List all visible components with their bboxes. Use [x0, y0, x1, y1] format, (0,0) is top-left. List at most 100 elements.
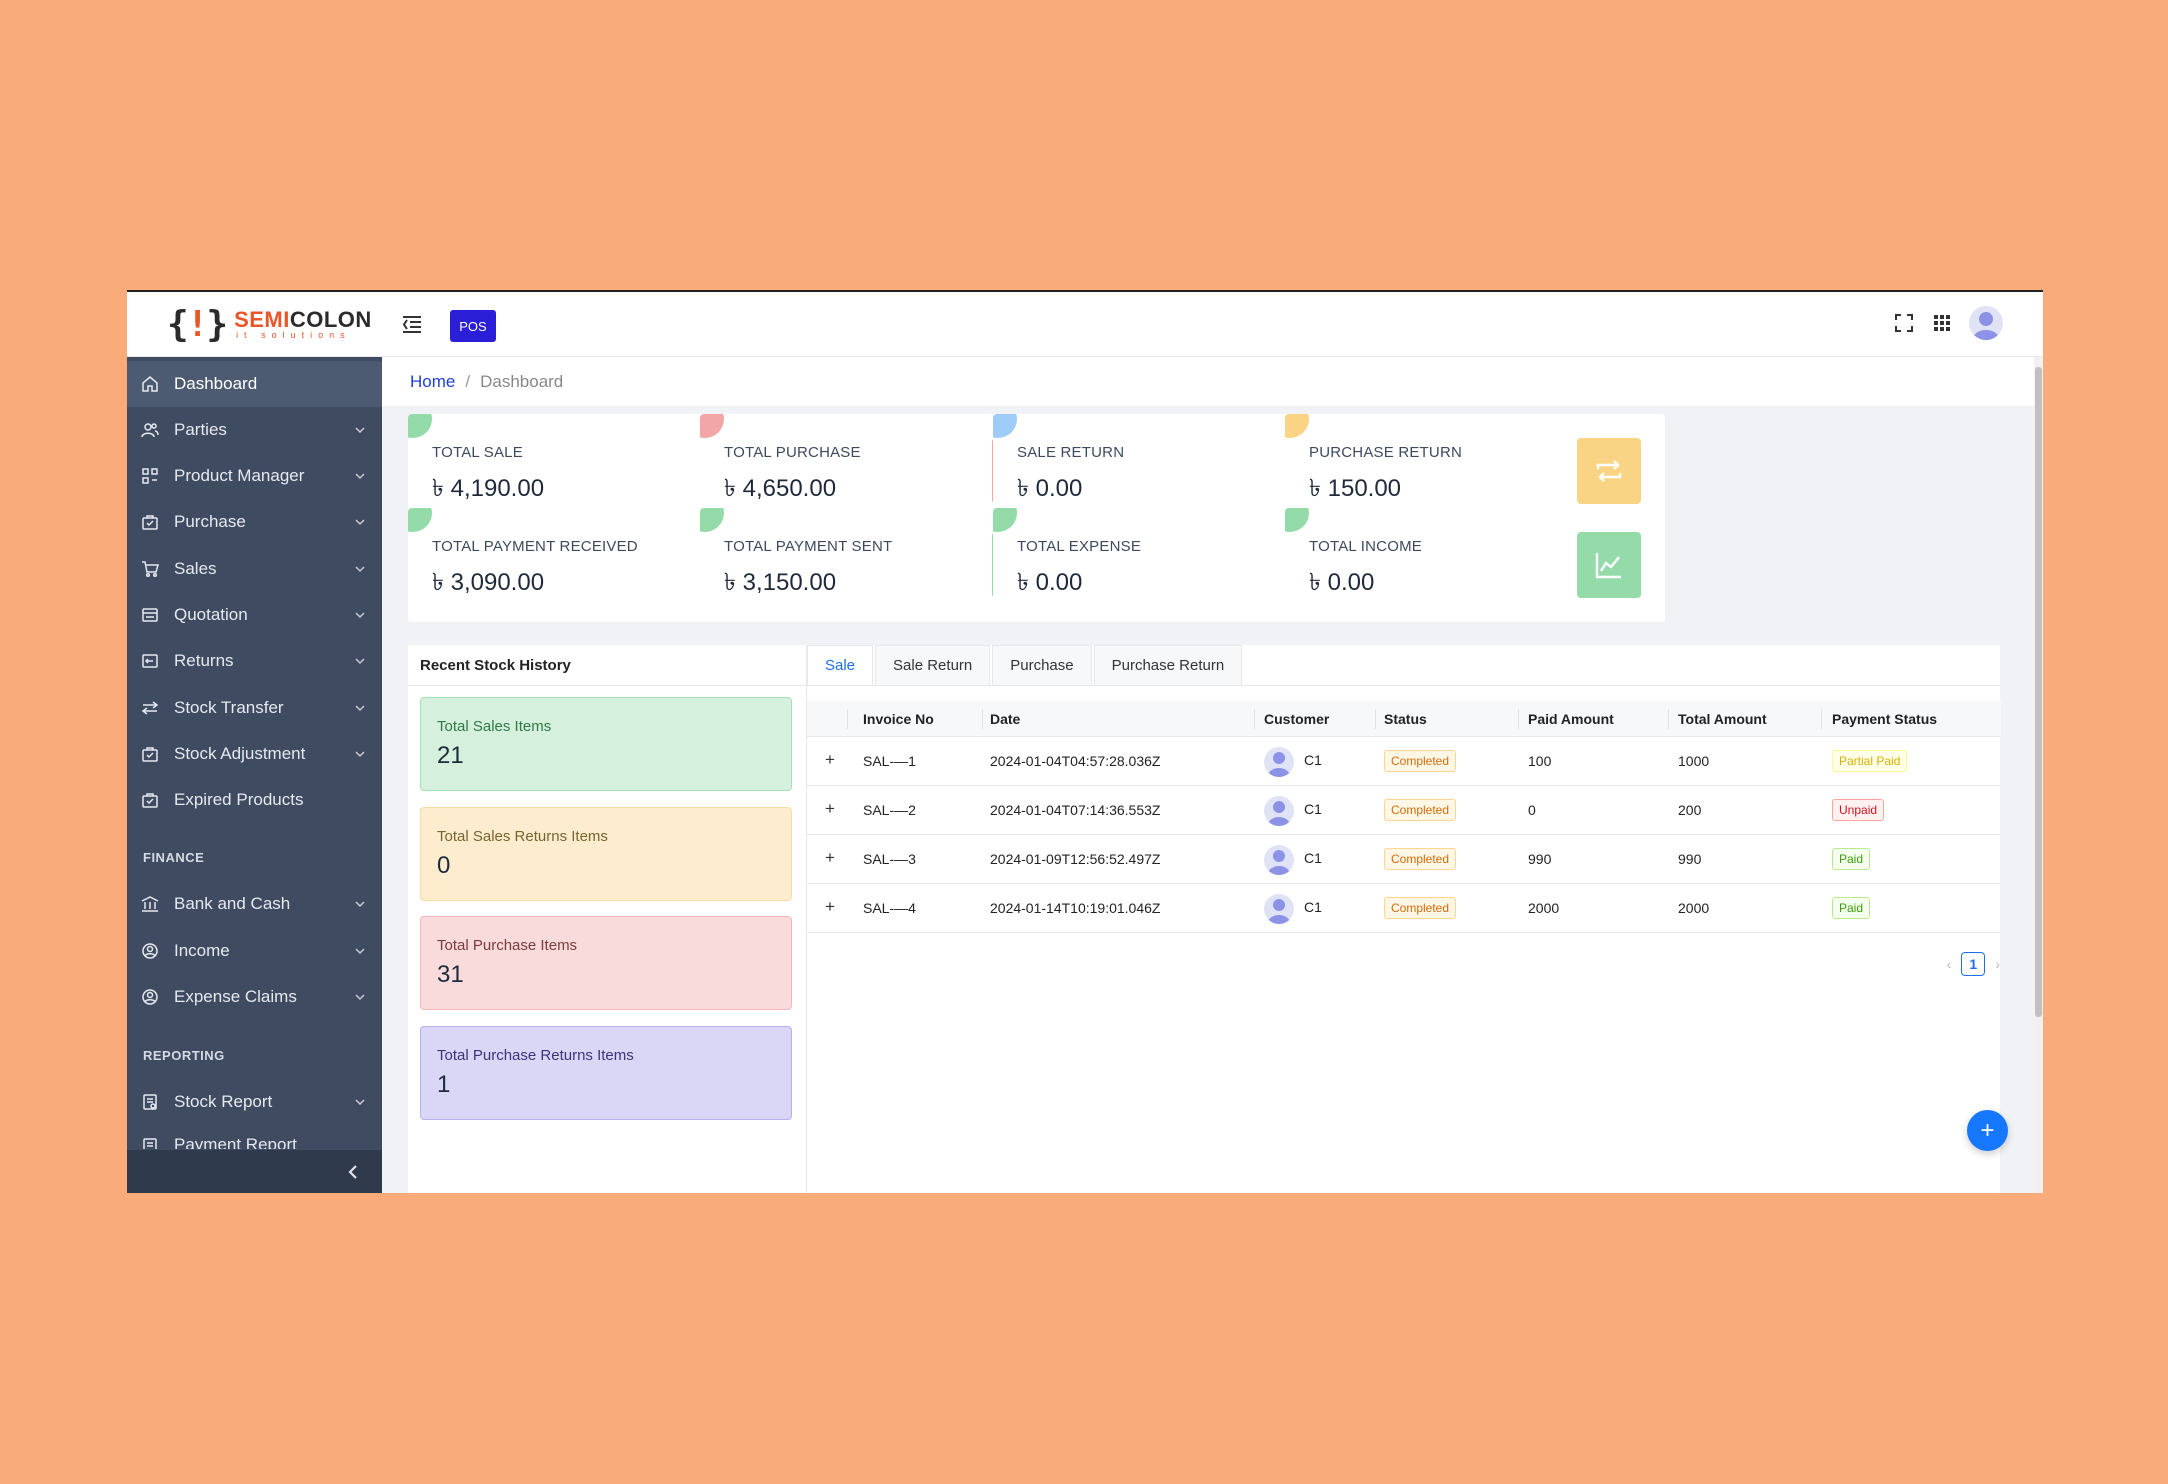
sidebar-item-income[interactable]: Income [127, 928, 382, 974]
brand-logo[interactable]: {!} SEMICOLON it solutions [167, 304, 372, 345]
chevron-down-icon [355, 1099, 365, 1106]
status-badge: Completed [1384, 848, 1457, 870]
expand-row-button[interactable]: + [825, 799, 835, 819]
main-content: Home / Dashboard TOTAL SALE ৳ 4,190.00 TOT… [382, 357, 2034, 1193]
sidebar-item-label: Payment Report [174, 1135, 297, 1149]
breadcrumb-separator: / [465, 371, 471, 391]
top-bar: {!} SEMICOLON it solutions POS [127, 292, 2043, 357]
card-label: TOTAL PAYMENT RECEIVED [432, 538, 638, 555]
chevron-down-icon [355, 519, 365, 526]
chevron-down-icon [355, 612, 365, 619]
sidebar-item-sales[interactable]: Sales [127, 546, 382, 592]
stat-value: 0 [437, 852, 451, 879]
customer-name: C1 [1304, 899, 1322, 915]
pagination: ‹ 1 › [1947, 952, 2000, 976]
report-icon [139, 1135, 161, 1149]
sidebar-item-expense-claims[interactable]: Expense Claims [127, 974, 382, 1020]
tab-bar: Sale Sale Return Purchase Purchase Return [807, 645, 2001, 686]
app-window: {!} SEMICOLON it solutions POS Dashboard… [127, 290, 2043, 1193]
swap-icon [1577, 438, 1641, 504]
pagination-next-button[interactable]: › [1995, 956, 2000, 972]
table-row[interactable]: + SAL-—1 2024-01-04T04:57:28.036Z C1 Complet… [807, 737, 2001, 786]
card-value: ৳ 0.00 [1017, 475, 1083, 502]
page-scrollbar-thumb[interactable] [2035, 367, 2042, 1017]
expand-row-button[interactable]: + [825, 750, 835, 770]
invoice-no[interactable]: SAL-—1 [863, 753, 916, 769]
panel-title: Recent Stock History [420, 657, 571, 674]
sidebar-item-parties[interactable]: Parties [127, 407, 382, 453]
sidebar-item-purchase[interactable]: Purchase [127, 499, 382, 545]
breadcrumb-home-link[interactable]: Home [410, 372, 455, 392]
sidebar-item-stock-report[interactable]: Stock Report [127, 1079, 382, 1125]
customer-avatar [1264, 796, 1294, 826]
table-row[interactable]: + SAL-—3 2024-01-09T12:56:52.497Z C1 Complet… [807, 835, 2001, 884]
invoice-date: 2024-01-04T07:14:36.553Z [990, 802, 1161, 818]
sidebar-item-returns[interactable]: Returns [127, 638, 382, 684]
summary-card: TOTAL INCOME ৳ 0.00 [1285, 508, 1665, 622]
total-amount: 2000 [1678, 900, 1710, 916]
card-value: ৳ 4,650.00 [724, 475, 837, 502]
card-value: ৳ 0.00 [1309, 569, 1375, 596]
invoice-no[interactable]: SAL-—2 [863, 802, 916, 818]
column-header-payment-status: Payment Status [1832, 711, 1938, 727]
sidebar-item-label: Bank and Cash [174, 894, 291, 913]
column-header-total-amount: Total Amount [1678, 711, 1767, 727]
invoice-no[interactable]: SAL-—4 [863, 900, 916, 916]
bank-icon [139, 893, 161, 915]
sidebar-item-stock-adjustment[interactable]: Stock Adjustment [127, 731, 382, 777]
chevron-down-icon [355, 705, 365, 712]
total-amount: 200 [1678, 802, 1702, 818]
total-amount: 1000 [1678, 753, 1710, 769]
brand-tagline: it solutions [236, 329, 351, 340]
tab-sale[interactable]: Sale [807, 645, 874, 685]
stat-label: Total Sales Returns Items [437, 828, 608, 845]
users-icon [139, 419, 161, 441]
table-row[interactable]: + SAL-—4 2024-01-14T10:19:01.046Z C1 Complet… [807, 884, 2001, 933]
expand-row-button[interactable]: + [825, 897, 835, 917]
sidebar-section-reporting: REPORTING [143, 1048, 225, 1063]
income-icon [139, 940, 161, 962]
sidebar-item-label: Dashboard [174, 374, 258, 393]
chevron-down-icon [355, 566, 365, 573]
sidebar-item-payment-report[interactable]: Payment Report [127, 1125, 382, 1149]
return-icon [139, 650, 161, 672]
card-corner-accent [1285, 414, 1309, 438]
pagination-prev-button[interactable]: ‹ [1947, 956, 1952, 972]
sidebar-item-dashboard[interactable]: Dashboard [127, 361, 382, 407]
user-avatar[interactable] [1969, 306, 2003, 340]
paid-amount: 100 [1528, 753, 1552, 769]
add-fab-button[interactable]: + [1967, 1110, 2008, 1151]
invoice-no[interactable]: SAL-—3 [863, 851, 916, 867]
column-header-customer: Customer [1264, 711, 1330, 727]
card-value: ৳ 3,090.00 [432, 569, 545, 596]
apps-grid-icon[interactable] [1931, 312, 1953, 334]
sidebar-item-quotation[interactable]: Quotation [127, 592, 382, 638]
customer-name: C1 [1304, 752, 1322, 768]
stat-value: 21 [437, 742, 464, 769]
tab-purchase-return[interactable]: Purchase Return [1093, 645, 1243, 685]
status-badge: Completed [1384, 897, 1457, 919]
card-label: TOTAL SALE [432, 444, 523, 461]
tab-sale-return[interactable]: Sale Return [875, 645, 991, 685]
page-scrollbar[interactable] [2034, 357, 2043, 1193]
fullscreen-icon[interactable] [1893, 312, 1915, 334]
sidebar-item-expired-products[interactable]: Expired Products [127, 777, 382, 823]
sidebar-item-label: Returns [174, 651, 234, 670]
card-value: ৳ 4,190.00 [432, 475, 545, 502]
recent-stock-history-panel: Recent Stock History Total Sales Items 21… [408, 645, 806, 1193]
pos-button[interactable]: POS [450, 310, 496, 342]
sidebar-item-bank-and-cash[interactable]: Bank and Cash [127, 881, 382, 927]
expand-row-button[interactable]: + [825, 848, 835, 868]
sidebar-item-stock-transfer[interactable]: Stock Transfer [127, 685, 382, 731]
sidebar-item-label: Stock Transfer [174, 698, 284, 717]
pagination-page-button[interactable]: 1 [1961, 952, 1986, 976]
menu-toggle-icon[interactable] [401, 314, 423, 334]
sidebar-footer [127, 1150, 382, 1193]
sidebar-item-product-manager[interactable]: Product Manager [127, 453, 382, 499]
tab-purchase[interactable]: Purchase [992, 645, 1092, 685]
customer-avatar [1264, 894, 1294, 924]
calculator-icon [139, 604, 161, 626]
chevron-left-icon[interactable] [343, 1162, 363, 1182]
card-label: PURCHASE RETURN [1309, 444, 1463, 461]
table-row[interactable]: + SAL-—2 2024-01-04T07:14:36.553Z C1 Complet… [807, 786, 2001, 835]
